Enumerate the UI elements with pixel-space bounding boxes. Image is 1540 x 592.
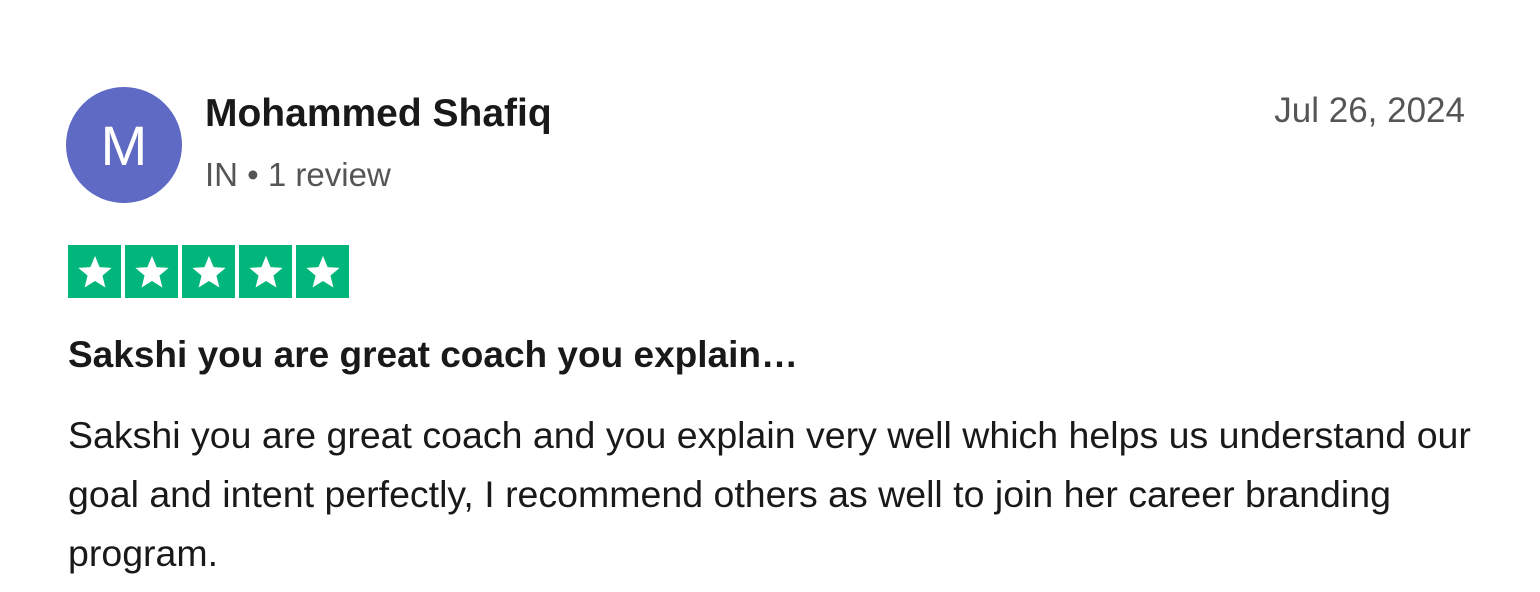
star-box bbox=[125, 245, 178, 298]
review-date: Jul 26, 2024 bbox=[1274, 91, 1465, 130]
avatar[interactable]: M bbox=[66, 87, 182, 203]
star-box bbox=[182, 245, 235, 298]
review-title[interactable]: Sakshi you are great coach you explain… bbox=[68, 330, 798, 380]
star-box bbox=[239, 245, 292, 298]
star-icon bbox=[191, 255, 226, 288]
review-card: M Mohammed Shafiq IN • 1 review Jul 26, … bbox=[0, 0, 1540, 592]
star-box bbox=[68, 245, 121, 298]
reviewer-meta: IN • 1 review bbox=[205, 156, 391, 193]
reviewer-name[interactable]: Mohammed Shafiq bbox=[205, 90, 552, 138]
star-icon bbox=[305, 255, 340, 288]
star-icon bbox=[134, 255, 169, 288]
star-icon bbox=[77, 255, 112, 288]
star-icon bbox=[248, 255, 283, 288]
star-rating bbox=[68, 245, 349, 298]
avatar-initial: M bbox=[100, 113, 148, 177]
star-box bbox=[296, 245, 349, 298]
review-body: Sakshi you are great coach and you expla… bbox=[68, 414, 1471, 574]
